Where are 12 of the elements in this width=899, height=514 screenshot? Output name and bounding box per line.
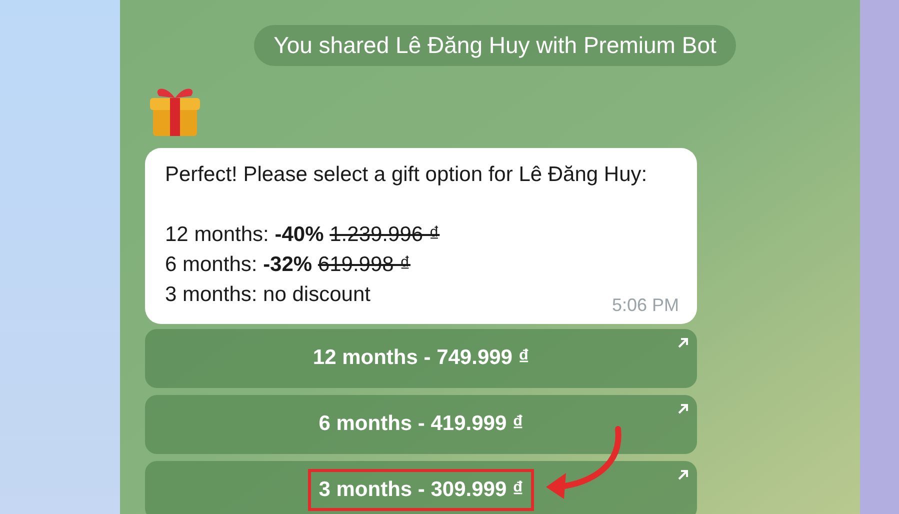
service-message: You shared Lê Đăng Huy with Premium Bot bbox=[254, 25, 736, 66]
message-line: 6 months: -32% 619.998 ₫ bbox=[165, 252, 410, 278]
message-time: 5:06 PM bbox=[612, 294, 679, 316]
arrow-icon bbox=[677, 468, 689, 480]
option-button[interactable]: 12 months - 749.999 ₫ bbox=[145, 328, 697, 388]
message-line: 3 months: no discount bbox=[165, 282, 370, 308]
option-button[interactable]: 6 months - 419.999 ₫ bbox=[145, 394, 697, 454]
message-text: Perfect! Please select a gift option for Lê Đăng Huy: bbox=[165, 162, 648, 188]
message-line: 12 months: -40% 1.239.996 ₫ bbox=[165, 222, 440, 248]
arrow-icon bbox=[677, 336, 689, 348]
option-button[interactable]: 3 months - 309.999 ₫ bbox=[145, 460, 697, 514]
arrow-icon bbox=[677, 402, 689, 414]
